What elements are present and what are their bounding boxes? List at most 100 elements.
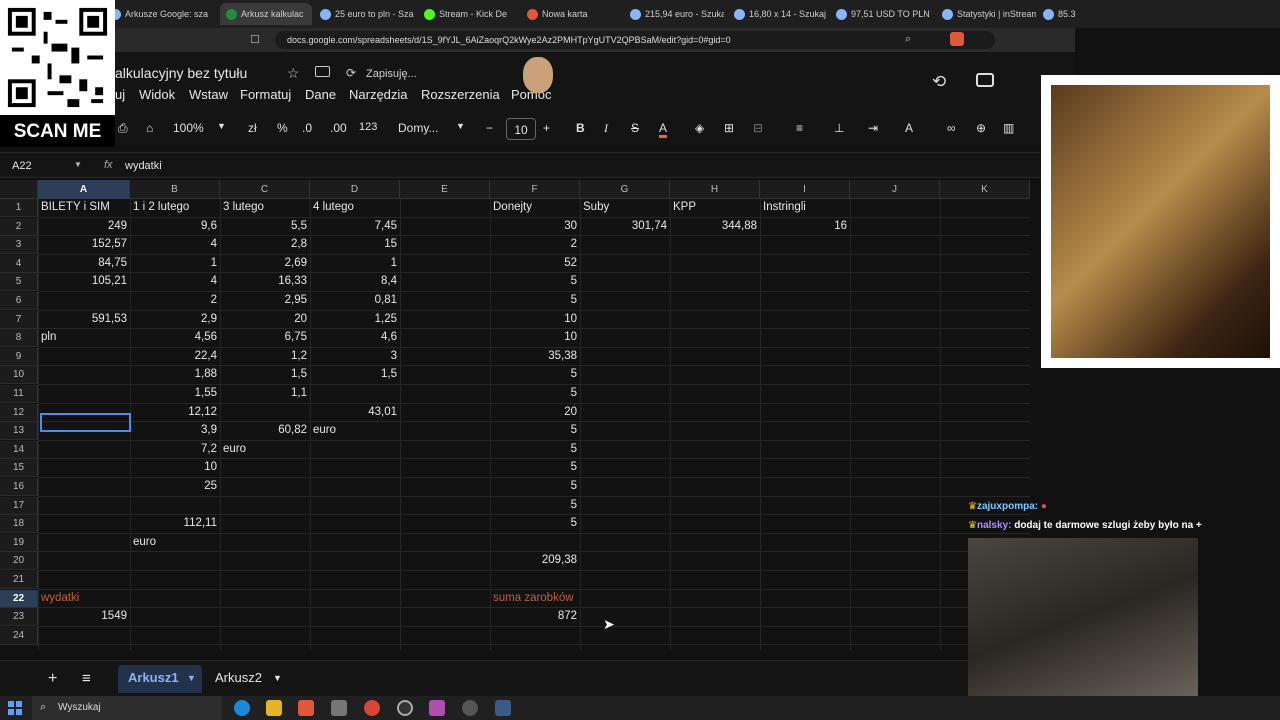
column-header-h[interactable]: H <box>670 180 760 199</box>
cell-b8[interactable]: 4,56 <box>130 329 220 347</box>
cell-k15[interactable] <box>940 459 1030 477</box>
browser-tab[interactable]: Stream - Kick De <box>418 3 518 25</box>
cell-b14[interactable]: 7,2 <box>130 441 220 459</box>
text-color-button[interactable]: A <box>659 121 668 138</box>
browser-tab[interactable]: Arkusze Google: sza <box>104 3 214 25</box>
cell-j14[interactable] <box>850 441 940 459</box>
cell-c24[interactable] <box>220 627 310 645</box>
font-size-minus-button[interactable]: − <box>486 121 493 135</box>
cell-g6[interactable] <box>580 292 670 310</box>
cell-f12[interactable]: 20 <box>490 404 580 422</box>
cell-e1[interactable] <box>400 199 490 217</box>
row-header[interactable]: 10 <box>0 366 38 385</box>
cell-k13[interactable] <box>940 422 1030 440</box>
cell-d15[interactable] <box>310 459 400 477</box>
cell-f3[interactable]: 2 <box>490 236 580 254</box>
cell-b17[interactable] <box>130 497 220 515</box>
cell-k8[interactable] <box>940 329 1030 347</box>
cell-a1[interactable]: BILETY i SIM <box>38 199 130 217</box>
cell-f1[interactable]: Donejty <box>490 199 580 217</box>
cell-e14[interactable] <box>400 441 490 459</box>
cell-h7[interactable] <box>670 311 760 329</box>
cell-e12[interactable] <box>400 404 490 422</box>
cell-b3[interactable]: 4 <box>130 236 220 254</box>
cell-j23[interactable] <box>850 608 940 626</box>
sheet-tab-1-chevron-icon[interactable]: ▼ <box>187 673 196 683</box>
cell-b13[interactable]: 3,9 <box>130 422 220 440</box>
row-header[interactable]: 1 <box>0 199 38 217</box>
cell-k3[interactable] <box>940 236 1030 254</box>
column-header-c[interactable]: C <box>220 180 310 199</box>
cell-j15[interactable] <box>850 459 940 477</box>
row-header[interactable]: 15 <box>0 459 38 478</box>
link-icon[interactable]: ∞ <box>947 121 956 135</box>
browser-tab[interactable]: 97,51 USD TO PLN <box>830 3 930 25</box>
row-header[interactable]: 21 <box>0 571 38 589</box>
star-icon[interactable]: ☆ <box>287 65 300 82</box>
cell-h4[interactable] <box>670 255 760 273</box>
cell-h9[interactable] <box>670 348 760 366</box>
cell-h14[interactable] <box>670 441 760 459</box>
column-header-b[interactable]: B <box>130 180 220 199</box>
cell-j2[interactable] <box>850 218 940 236</box>
cell-c18[interactable] <box>220 515 310 533</box>
strikethrough-button[interactable]: S <box>631 121 639 135</box>
cell-g7[interactable] <box>580 311 670 329</box>
cell-a16[interactable] <box>38 478 130 496</box>
cell-c3[interactable]: 2,8 <box>220 236 310 254</box>
cell-a8[interactable]: pln <box>38 329 130 347</box>
cell-i21[interactable] <box>760 571 850 589</box>
cell-d17[interactable] <box>310 497 400 515</box>
cell-h23[interactable] <box>670 608 760 626</box>
cell-i7[interactable] <box>760 311 850 329</box>
cell-b7[interactable]: 2,9 <box>130 311 220 329</box>
add-sheet-icon[interactable]: + <box>48 670 57 688</box>
cell-i4[interactable] <box>760 255 850 273</box>
windows-start-icon[interactable] <box>8 701 22 715</box>
cell-g23[interactable] <box>580 608 670 626</box>
browser-tab[interactable]: Statystyki | inStream <box>936 3 1036 25</box>
cell-d11[interactable] <box>310 385 400 403</box>
cell-d14[interactable] <box>310 441 400 459</box>
cell-c10[interactable]: 1,5 <box>220 366 310 384</box>
cell-f20[interactable]: 209,38 <box>490 552 580 570</box>
cell-h15[interactable] <box>670 459 760 477</box>
cell-a22[interactable]: wydatki <box>38 590 130 608</box>
cell-b1[interactable]: 1 i 2 lutego <box>130 199 220 217</box>
cell-a6[interactable] <box>38 292 130 310</box>
row-header[interactable]: 14 <box>0 440 38 459</box>
browser-tab[interactable]: 85.3 <box>1037 3 1077 25</box>
cell-g14[interactable] <box>580 441 670 459</box>
cell-k7[interactable] <box>940 311 1030 329</box>
cell-f11[interactable]: 5 <box>490 385 580 403</box>
cell-b2[interactable]: 9,6 <box>130 218 220 236</box>
menu-insert[interactable]: Wstaw <box>189 87 228 102</box>
cell-c12[interactable] <box>220 404 310 422</box>
browser-tab[interactable]: 25 euro to pln - Sza <box>314 3 414 25</box>
folder-icon[interactable] <box>315 66 330 77</box>
font-size-plus-button[interactable]: + <box>543 121 550 135</box>
cell-i14[interactable] <box>760 441 850 459</box>
cell-k9[interactable] <box>940 348 1030 366</box>
cell-d19[interactable] <box>310 534 400 552</box>
column-header-e[interactable]: E <box>400 180 490 199</box>
cell-j6[interactable] <box>850 292 940 310</box>
cell-j22[interactable] <box>850 590 940 608</box>
row-header[interactable]: 2 <box>0 217 38 236</box>
row-header[interactable]: 6 <box>0 292 38 310</box>
font-chevron-icon[interactable]: ▼ <box>456 121 465 131</box>
cell-e19[interactable] <box>400 534 490 552</box>
cell-d5[interactable]: 8,4 <box>310 273 400 291</box>
cell-j18[interactable] <box>850 515 940 533</box>
cell-j17[interactable] <box>850 497 940 515</box>
cell-a24[interactable] <box>38 627 130 645</box>
cell-a20[interactable] <box>38 552 130 570</box>
cell-h19[interactable] <box>670 534 760 552</box>
row-header[interactable]: 7 <box>0 310 38 329</box>
cell-c15[interactable] <box>220 459 310 477</box>
brave-icon[interactable] <box>298 700 314 716</box>
cell-k11[interactable] <box>940 385 1030 403</box>
cell-a14[interactable] <box>38 441 130 459</box>
app-icon-2[interactable] <box>429 700 445 716</box>
cell-h21[interactable] <box>670 571 760 589</box>
